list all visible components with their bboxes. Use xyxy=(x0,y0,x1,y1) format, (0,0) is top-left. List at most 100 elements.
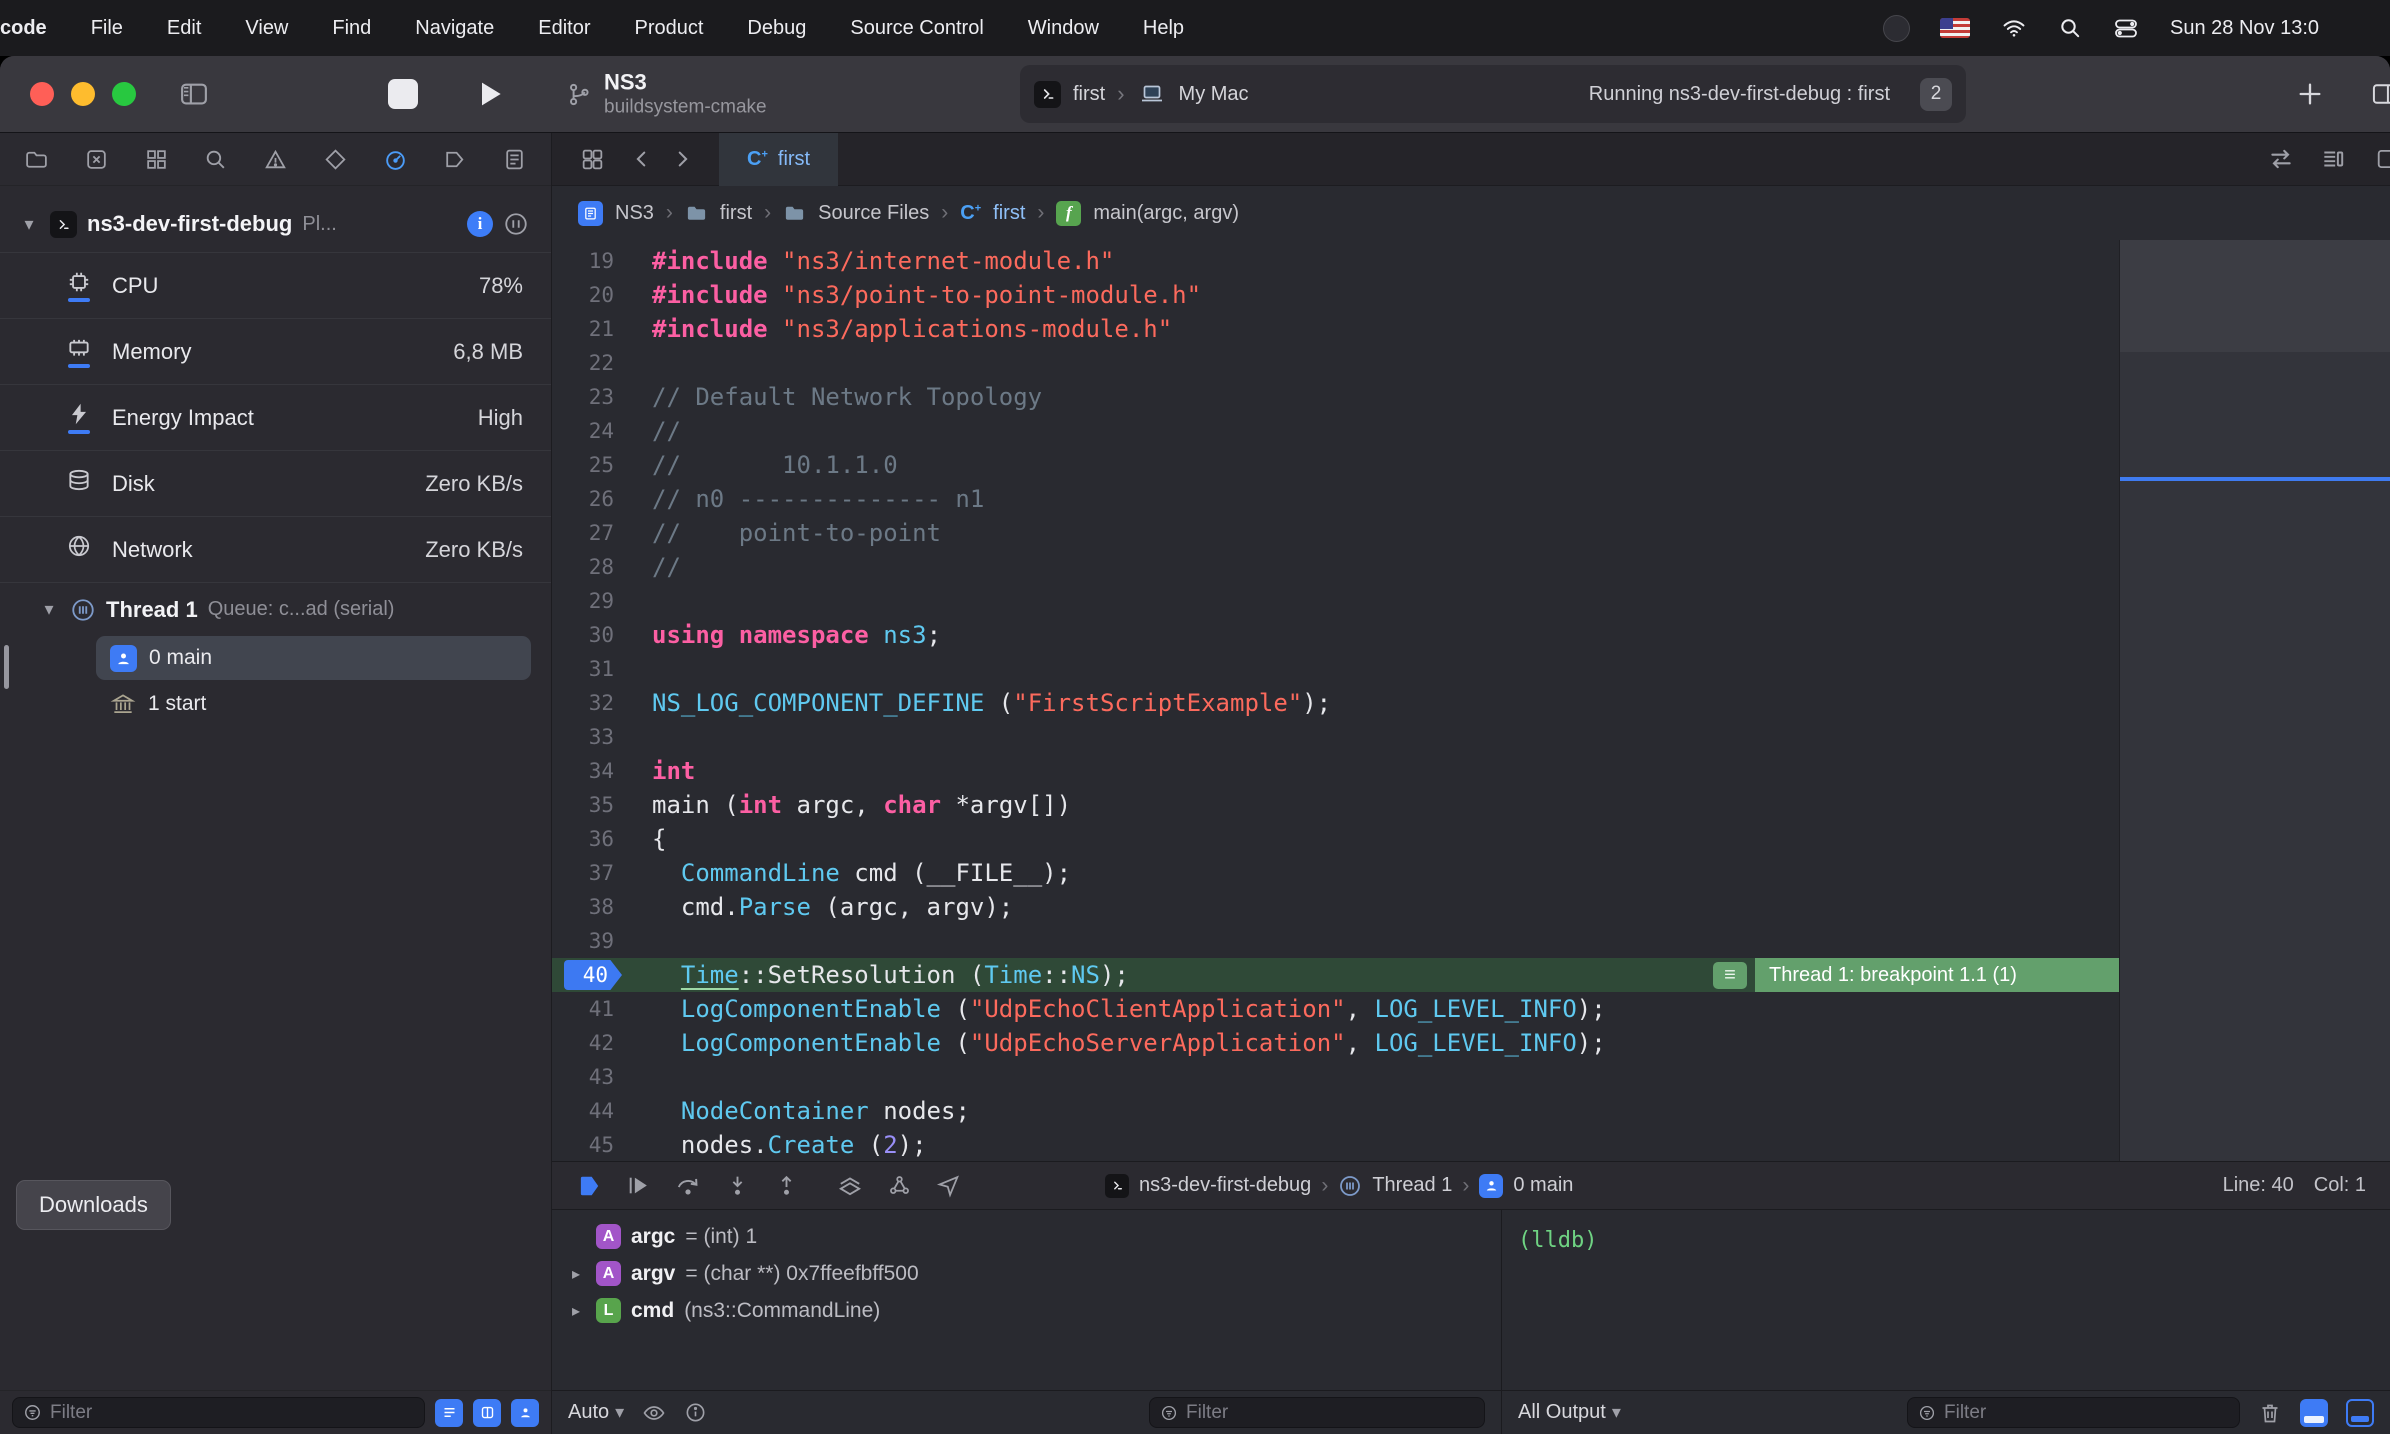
tab-overview-icon[interactable] xyxy=(580,147,605,172)
issues-navigator-icon[interactable] xyxy=(263,147,288,172)
menu-edit[interactable]: Edit xyxy=(167,17,201,40)
stop-button[interactable] xyxy=(388,79,418,109)
filter-scope-running-button[interactable] xyxy=(435,1399,463,1427)
debug-path-item[interactable]: ns3-dev-first-debug xyxy=(1139,1174,1311,1197)
menu-extra-app-icon[interactable] xyxy=(1883,15,1910,42)
reports-navigator-icon[interactable] xyxy=(502,147,527,172)
step-over-icon[interactable] xyxy=(675,1173,701,1199)
line-number[interactable]: 37 xyxy=(552,861,640,885)
line-number[interactable]: 45 xyxy=(552,1133,640,1157)
line-number[interactable]: 42 xyxy=(552,1031,640,1055)
debug-navigator-icon[interactable] xyxy=(383,147,408,172)
filter-scope-stack-button[interactable] xyxy=(511,1399,539,1427)
disclosure-triangle-icon[interactable]: ▸ xyxy=(566,1264,586,1284)
editor-layout-icon[interactable] xyxy=(2372,146,2390,172)
variables-filter-field[interactable]: Filter xyxy=(1149,1397,1485,1428)
disclosure-triangle-icon[interactable]: ▸ xyxy=(566,1301,586,1321)
downloads-button[interactable]: Downloads xyxy=(16,1180,171,1230)
source-control-navigator-icon[interactable] xyxy=(84,147,109,172)
menu-window[interactable]: Window xyxy=(1028,17,1099,40)
minimize-window-button[interactable] xyxy=(71,82,95,106)
code-line-27[interactable]: 27// point-to-point xyxy=(552,516,2119,550)
code-line-36[interactable]: 36{ xyxy=(552,822,2119,856)
swap-editors-icon[interactable] xyxy=(2268,146,2294,172)
code-line-20[interactable]: 20#include "ns3/point-to-point-module.h" xyxy=(552,278,2119,312)
library-add-button[interactable] xyxy=(2296,80,2324,108)
navigator-sidebar-toggle-icon[interactable] xyxy=(176,79,212,109)
code-line-21[interactable]: 21#include "ns3/applications-module.h" xyxy=(552,312,2119,346)
menu-find[interactable]: Find xyxy=(332,17,371,40)
zoom-window-button[interactable] xyxy=(112,82,136,106)
console-output-popup[interactable]: All Output ▾ xyxy=(1518,1401,1621,1424)
line-number[interactable]: 27 xyxy=(552,521,640,545)
line-number[interactable]: 25 xyxy=(552,453,640,477)
wifi-icon[interactable] xyxy=(2000,16,2028,40)
variables-view-toggle-icon[interactable] xyxy=(2300,1399,2328,1427)
code-line-45[interactable]: 45 nodes.Create (2); xyxy=(552,1128,2119,1161)
minimap[interactable] xyxy=(2119,240,2390,1161)
line-number[interactable]: 35 xyxy=(552,793,640,817)
info-icon[interactable]: i xyxy=(467,211,493,237)
variable-row-argc[interactable]: A argc = (int) 1 xyxy=(552,1218,1501,1255)
line-number[interactable]: 32 xyxy=(552,691,640,715)
lldb-prompt[interactable]: (lldb) xyxy=(1502,1218,2390,1253)
line-number[interactable]: 41 xyxy=(552,997,640,1021)
debug-view-hierarchy-icon[interactable] xyxy=(837,1173,863,1199)
step-into-icon[interactable] xyxy=(725,1173,750,1198)
variable-row-argv[interactable]: ▸ A argv = (char **) 0x7ffeefbff500 xyxy=(552,1255,1501,1292)
line-number[interactable]: 23 xyxy=(552,385,640,409)
code-line-38[interactable]: 38 cmd.Parse (argc, argv); xyxy=(552,890,2119,924)
code-line-44[interactable]: 44 NodeContainer nodes; xyxy=(552,1094,2119,1128)
code-line-31[interactable]: 31 xyxy=(552,652,2119,686)
app-menu[interactable]: code xyxy=(0,17,47,40)
trash-icon[interactable] xyxy=(2258,1401,2282,1425)
breakpoints-toggle-icon[interactable] xyxy=(576,1173,602,1199)
breadcrumb-item[interactable]: main(argc, argv) xyxy=(1093,202,1239,225)
run-button[interactable] xyxy=(474,78,506,110)
code-editor[interactable]: 19#include "ns3/internet-module.h"20#inc… xyxy=(552,240,2390,1161)
info-circle-icon[interactable] xyxy=(684,1401,707,1424)
code-line-19[interactable]: 19#include "ns3/internet-module.h" xyxy=(552,244,2119,278)
menu-navigate[interactable]: Navigate xyxy=(415,17,494,40)
scheme-project-block[interactable]: NS3 buildsystem-cmake xyxy=(566,70,767,119)
debug-path-item[interactable]: Thread 1 xyxy=(1372,1174,1452,1197)
menu-help[interactable]: Help xyxy=(1143,17,1184,40)
code-line-26[interactable]: 26// n0 -------------- n1 xyxy=(552,482,2119,516)
minimap-options-icon[interactable] xyxy=(2320,146,2346,172)
console-filter-field[interactable]: Filter xyxy=(1907,1397,2240,1428)
line-number[interactable]: 38 xyxy=(552,895,640,919)
gauge-row-memory[interactable]: Memory 6,8 MB xyxy=(0,318,551,384)
disclosure-chevron-icon[interactable]: ▾ xyxy=(18,214,40,235)
go-forward-icon[interactable] xyxy=(671,148,693,170)
breadcrumb-item[interactable]: first xyxy=(993,202,1025,225)
gauge-row-energy[interactable]: Energy Impact High xyxy=(0,384,551,450)
menu-clock[interactable]: Sun 28 Nov 13:0 xyxy=(2170,17,2376,40)
disclosure-chevron-icon[interactable]: ▾ xyxy=(38,599,60,620)
line-number[interactable]: 26 xyxy=(552,487,640,511)
line-number[interactable]: 24 xyxy=(552,419,640,443)
code-line-22[interactable]: 22 xyxy=(552,346,2119,380)
code-line-35[interactable]: 35main (int argc, char *argv[]) xyxy=(552,788,2119,822)
code-line-43[interactable]: 43 xyxy=(552,1060,2119,1094)
step-out-icon[interactable] xyxy=(774,1173,799,1198)
code-line-28[interactable]: 28// xyxy=(552,550,2119,584)
navigator-filter-field[interactable]: Filter xyxy=(12,1397,425,1428)
line-number[interactable]: 31 xyxy=(552,657,640,681)
code-line-24[interactable]: 24// xyxy=(552,414,2119,448)
gauge-row-disk[interactable]: Disk Zero KB/s xyxy=(0,450,551,516)
line-number[interactable]: 33 xyxy=(552,725,640,749)
line-number[interactable]: 36 xyxy=(552,827,640,851)
stack-frame-start[interactable]: 1 start xyxy=(96,682,531,726)
breadcrumb-item[interactable]: Source Files xyxy=(818,202,929,225)
stack-frame-main[interactable]: 0 main xyxy=(96,636,531,680)
continue-icon[interactable] xyxy=(626,1173,651,1198)
menu-product[interactable]: Product xyxy=(634,17,703,40)
code-line-32[interactable]: 32NS_LOG_COMPONENT_DEFINE ("FirstScriptE… xyxy=(552,686,2119,720)
code-line-25[interactable]: 25// 10.1.1.0 xyxy=(552,448,2119,482)
search-icon[interactable] xyxy=(2058,16,2082,40)
memory-graph-icon[interactable] xyxy=(887,1173,912,1198)
line-number[interactable]: 43 xyxy=(552,1065,640,1089)
eye-icon[interactable] xyxy=(642,1401,666,1425)
go-back-icon[interactable] xyxy=(631,148,653,170)
breakpoints-navigator-icon[interactable] xyxy=(442,147,467,172)
